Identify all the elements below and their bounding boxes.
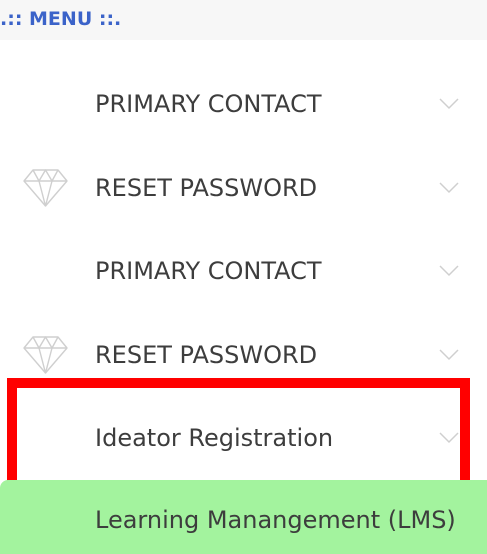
chevron-down-icon[interactable] — [439, 182, 459, 194]
menu-item-reset-password[interactable]: RESET PASSWORD — [0, 146, 487, 230]
chevron-down-icon[interactable] — [439, 432, 459, 444]
diamond-icon — [23, 169, 68, 207]
menu-item-ideator-registration[interactable]: Ideator Registration — [0, 396, 487, 480]
chevron-down-icon[interactable] — [439, 349, 459, 361]
menu-header: .:: MENU ::. — [0, 0, 487, 40]
chevron-down-icon[interactable] — [439, 265, 459, 277]
menu-item-learning-management[interactable]: Learning Manangement (LMS) — [0, 480, 487, 554]
menu-item-label: RESET PASSWORD — [95, 174, 318, 202]
menu-item-label: RESET PASSWORD — [95, 341, 318, 369]
menu-item-label: PRIMARY CONTACT — [95, 90, 322, 118]
diamond-icon — [23, 336, 68, 374]
menu-item-label: Learning Manangement (LMS) — [95, 506, 456, 534]
menu-item-primary-contact[interactable]: PRIMARY CONTACT — [0, 62, 487, 146]
menu-item-primary-contact[interactable]: PRIMARY CONTACT — [0, 229, 487, 313]
chevron-down-icon[interactable] — [439, 98, 459, 110]
menu-item-label: PRIMARY CONTACT — [95, 257, 322, 285]
menu-item-label: Ideator Registration — [95, 424, 334, 452]
menu-item-reset-password[interactable]: RESET PASSWORD — [0, 313, 487, 397]
menu-title: .:: MENU ::. — [0, 8, 122, 30]
